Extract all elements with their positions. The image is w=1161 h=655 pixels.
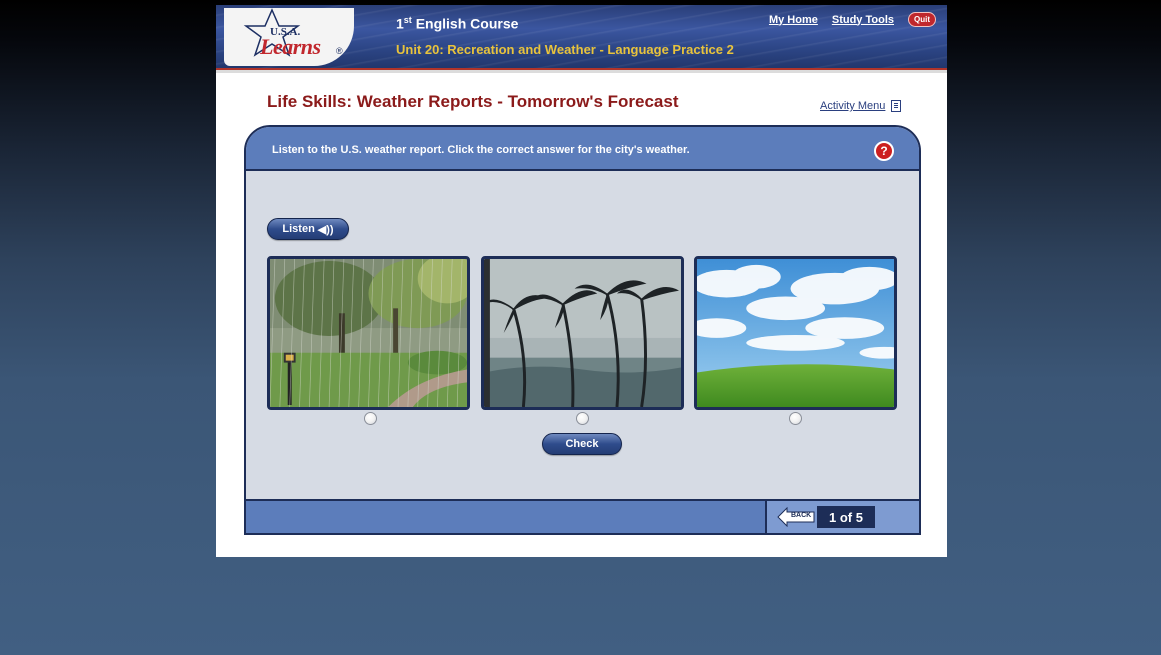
option-radio-3[interactable] — [789, 412, 802, 425]
menu-list-icon — [891, 100, 902, 112]
help-icon[interactable]: ? — [874, 141, 894, 161]
back-button[interactable]: BACK — [777, 507, 815, 527]
logo-registered-mark: ® — [336, 46, 343, 56]
sunny-cloudy-sky-icon — [697, 259, 894, 407]
listen-label: Listen — [282, 223, 315, 235]
activity-panel: Listen to the U.S. weather report. Click… — [244, 125, 921, 535]
header: U.S.A. Learns ® 1st English Course Unit … — [216, 5, 947, 73]
course-number: 1 — [396, 15, 404, 32]
page-counter: 1 of 5 — [817, 506, 875, 528]
rainy-park-icon — [270, 259, 467, 407]
activity-menu-label: Activity Menu — [820, 100, 886, 112]
option-image-wind[interactable] — [481, 256, 684, 410]
check-button[interactable]: Check — [542, 433, 622, 455]
usa-learns-logo[interactable]: U.S.A. Learns ® — [224, 8, 354, 66]
page-title: Life Skills: Weather Reports - Tomorrow'… — [267, 92, 679, 111]
instruction-bar: Listen to the U.S. weather report. Click… — [246, 127, 919, 171]
option-image-sun[interactable] — [694, 256, 897, 410]
back-label: BACK — [791, 512, 812, 519]
my-home-link[interactable]: My Home — [769, 14, 818, 26]
pagination: BACK 1 of 5 — [765, 501, 919, 533]
quit-button[interactable]: Quit — [908, 12, 936, 27]
study-tools-link[interactable]: Study Tools — [832, 14, 894, 26]
header-divider-gray — [216, 70, 947, 73]
option-radio-1[interactable] — [364, 412, 377, 425]
unit-title: Unit 20: Recreation and Weather - Langua… — [396, 42, 734, 57]
activity-menu-link[interactable]: Activity Menu — [820, 100, 902, 112]
top-nav: My Home Study Tools Quit — [769, 12, 936, 27]
windy-palm-trees-icon — [484, 259, 681, 407]
option-image-rain[interactable] — [267, 256, 470, 410]
panel-footer: BACK 1 of 5 — [246, 499, 919, 533]
instruction-text: Listen to the U.S. weather report. Click… — [272, 144, 690, 156]
speaker-icon: ◀)) — [317, 223, 334, 236]
course-title: 1st English Course — [396, 15, 518, 32]
course-name: English Course — [415, 15, 519, 32]
logo-learns-text: Learns — [260, 34, 321, 59]
option-radio-2[interactable] — [576, 412, 589, 425]
course-ordinal: st — [403, 15, 412, 25]
listen-button[interactable]: Listen ◀)) — [267, 218, 349, 240]
app-window: U.S.A. Learns ® 1st English Course Unit … — [216, 5, 947, 557]
